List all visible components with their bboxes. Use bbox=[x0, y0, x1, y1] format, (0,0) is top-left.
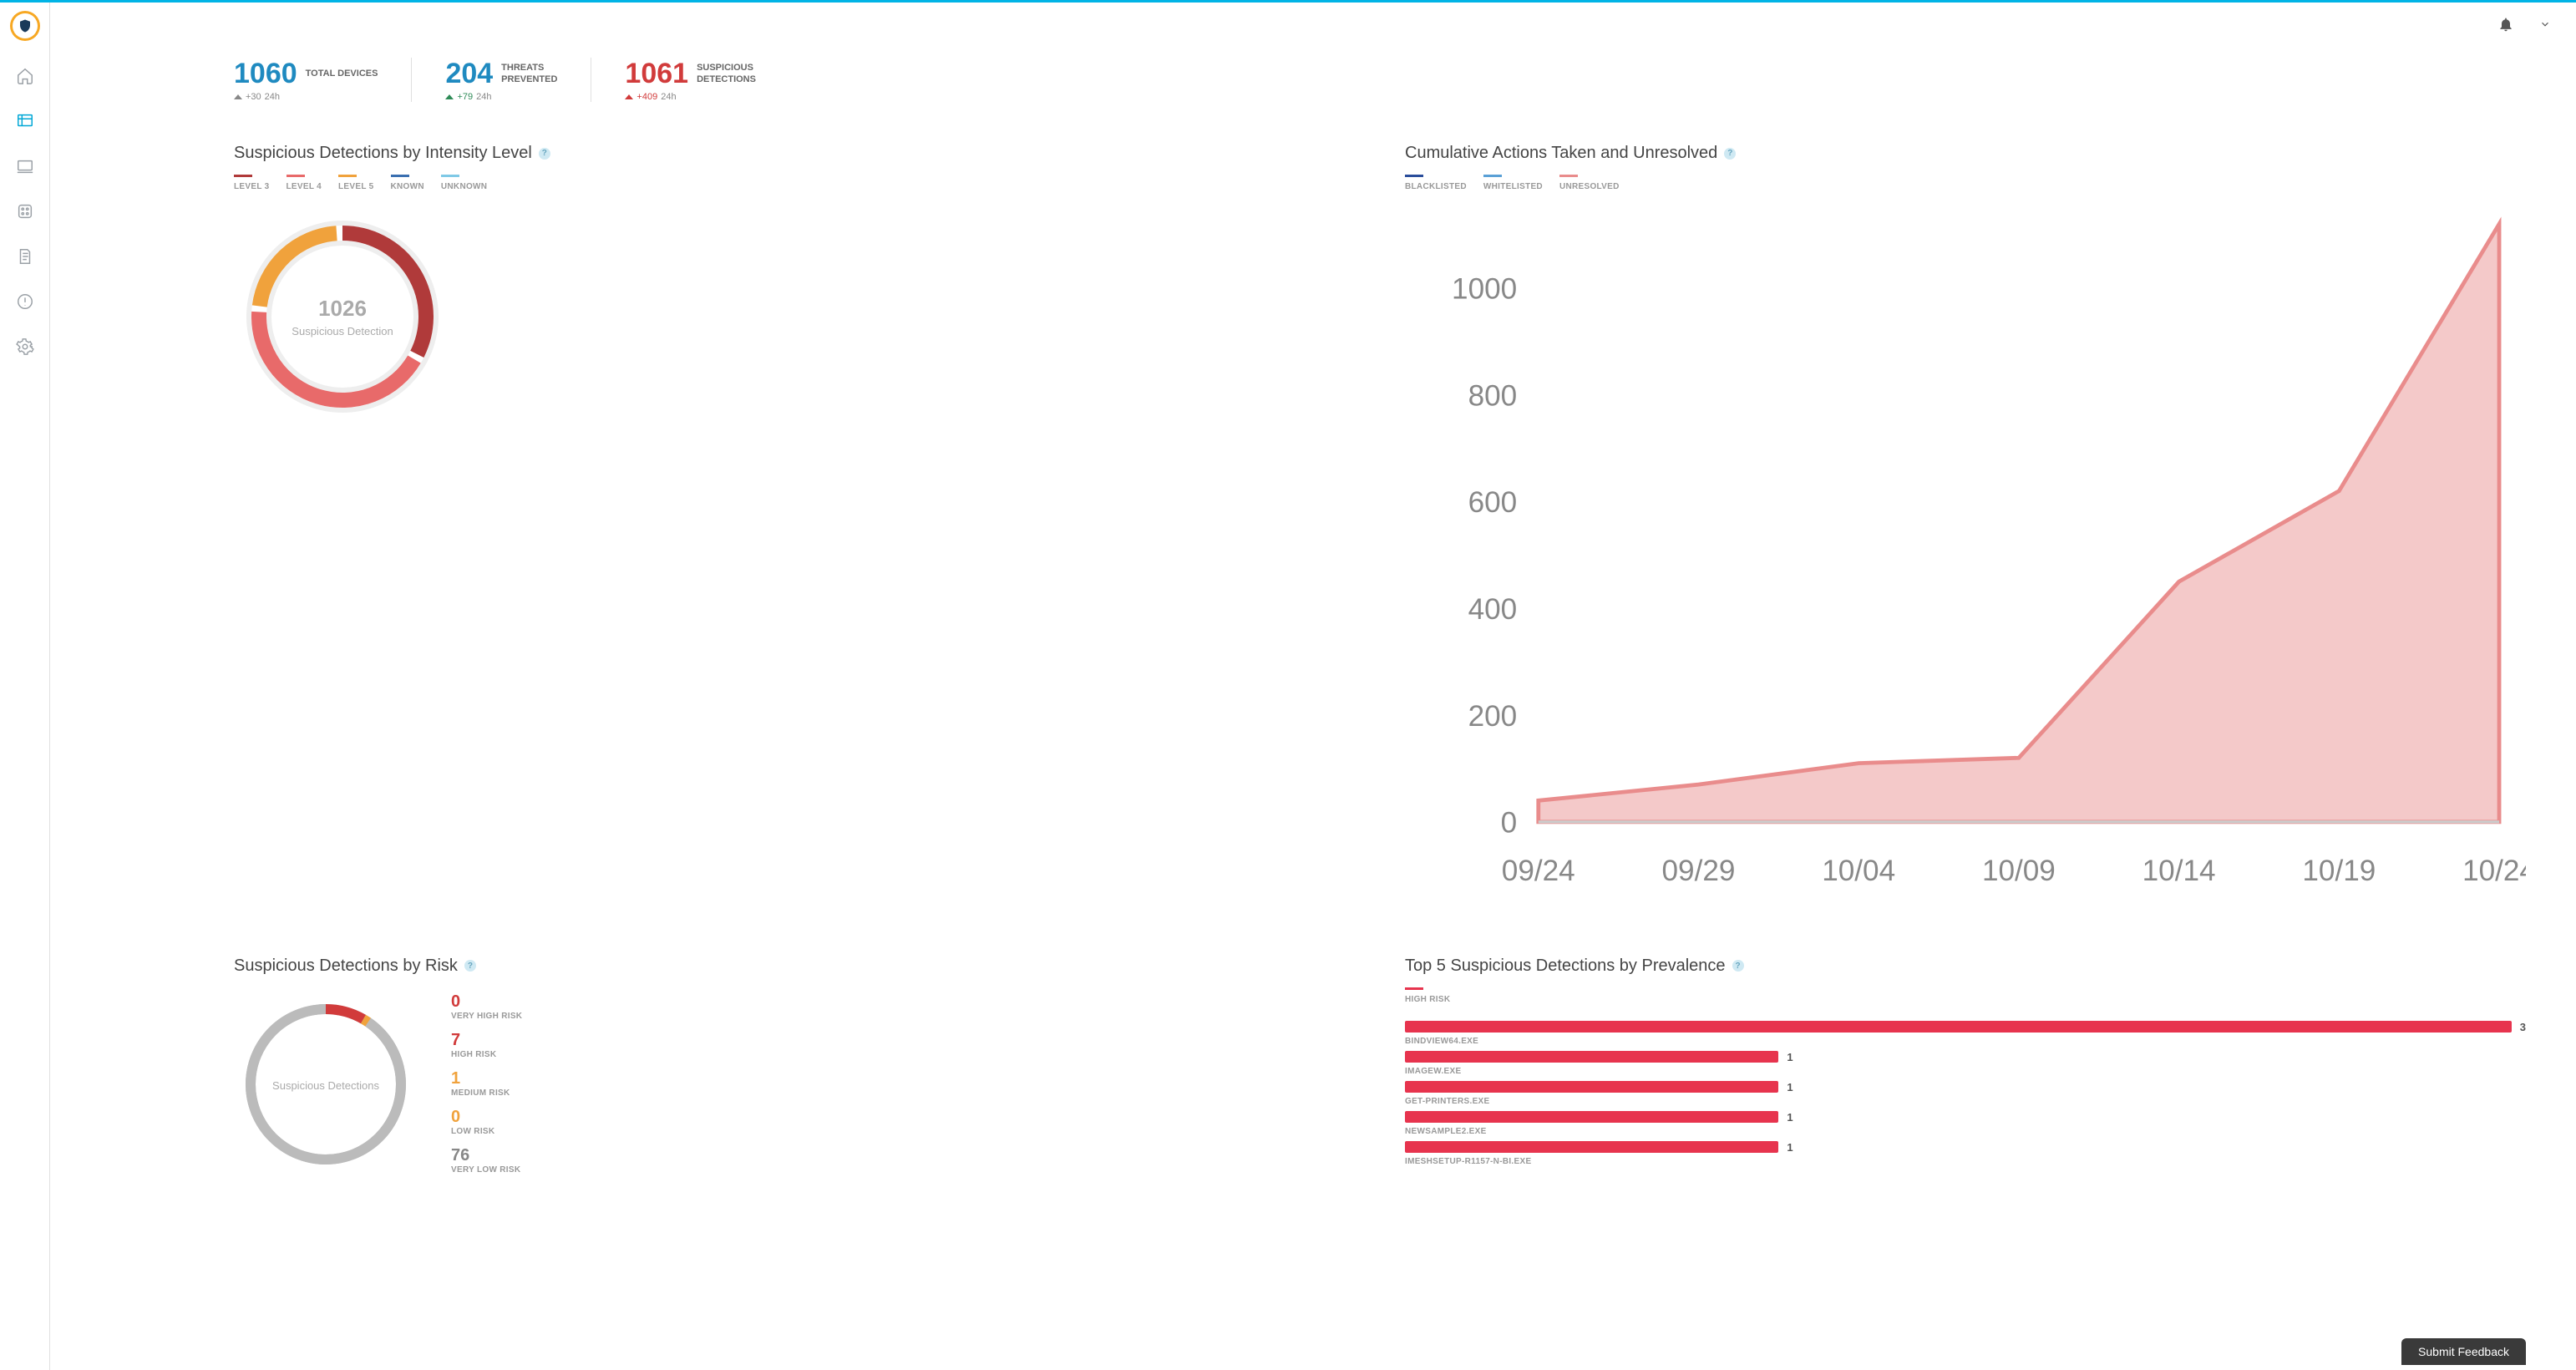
svg-text:200: 200 bbox=[1468, 700, 1518, 733]
top5-bar-row[interactable]: 1NEWSAMPLE2.EXE bbox=[1405, 1111, 2526, 1136]
stat-label: SUSPICIOUSDETECTIONS bbox=[697, 63, 756, 84]
risk-item[interactable]: 0LOW RISK bbox=[451, 1108, 522, 1136]
top5-bar-row[interactable]: 1GET-PRINTERS.EXE bbox=[1405, 1081, 2526, 1106]
topbar bbox=[50, 3, 2576, 49]
charts-grid: Suspicious Detections by Intensity Level… bbox=[234, 144, 2526, 1185]
info-icon[interactable]: ? bbox=[464, 960, 476, 972]
risk-center-label: Suspicious Detections bbox=[272, 1079, 379, 1092]
svg-text:0: 0 bbox=[1501, 807, 1518, 840]
content: 1060 TOTAL DEVICES +30 24h 204 THREATSPR… bbox=[50, 58, 2576, 1251]
risk-item[interactable]: 1MEDIUM RISK bbox=[451, 1069, 522, 1098]
nav-alerts[interactable] bbox=[7, 283, 43, 320]
top5-legend: HIGH RISK bbox=[1405, 987, 1450, 1004]
stat-total-devices[interactable]: 1060 TOTAL DEVICES +30 24h bbox=[234, 58, 412, 102]
stat-threats-prevented[interactable]: 204 THREATSPREVENTED +79 24h bbox=[445, 58, 591, 102]
risk-donut[interactable]: Suspicious Detections bbox=[234, 992, 418, 1176]
legend-item[interactable]: UNKNOWN bbox=[441, 175, 487, 191]
stat-value: 204 bbox=[445, 58, 493, 90]
svg-text:10/19: 10/19 bbox=[2302, 855, 2376, 887]
card-risk: Suspicious Detections by Risk? Suspiciou… bbox=[234, 956, 1355, 1185]
svg-text:400: 400 bbox=[1468, 593, 1518, 626]
nav-logs[interactable] bbox=[7, 238, 43, 275]
legend-item[interactable]: BLACKLISTED bbox=[1405, 175, 1467, 191]
sidebar bbox=[0, 3, 50, 1370]
legend-item[interactable]: LEVEL 4 bbox=[287, 175, 322, 191]
nav-devices[interactable] bbox=[7, 148, 43, 185]
stat-value: 1061 bbox=[625, 58, 688, 90]
legend-item[interactable]: UNRESOLVED bbox=[1559, 175, 1620, 191]
main-area: 1060 TOTAL DEVICES +30 24h 204 THREATSPR… bbox=[50, 3, 2576, 1370]
nav-dashboard[interactable] bbox=[7, 103, 43, 140]
legend-item[interactable]: LEVEL 3 bbox=[234, 175, 270, 191]
top5-bar-row[interactable]: 1IMAGEW.EXE bbox=[1405, 1051, 2526, 1076]
risk-item[interactable]: 0VERY HIGH RISK bbox=[451, 992, 522, 1021]
card-cumulative: Cumulative Actions Taken and Unresolved?… bbox=[1405, 144, 2526, 906]
svg-text:10/09: 10/09 bbox=[1982, 855, 2056, 887]
svg-text:10/14: 10/14 bbox=[2142, 855, 2216, 887]
user-dropdown[interactable] bbox=[2539, 18, 2551, 34]
card-title: Top 5 Suspicious Detections by Prevalenc… bbox=[1405, 956, 2526, 976]
risk-item[interactable]: 7HIGH RISK bbox=[451, 1031, 522, 1059]
brand-logo[interactable] bbox=[10, 11, 40, 41]
svg-text:800: 800 bbox=[1468, 379, 1518, 412]
info-icon[interactable]: ? bbox=[539, 148, 550, 160]
stat-suspicious-detections[interactable]: 1061 SUSPICIOUSDETECTIONS +409 24h bbox=[625, 58, 789, 102]
stats-row: 1060 TOTAL DEVICES +30 24h 204 THREATSPR… bbox=[234, 58, 2526, 102]
stat-value: 1060 bbox=[234, 58, 297, 90]
nav-home[interactable] bbox=[7, 58, 43, 94]
card-top5: Top 5 Suspicious Detections by Prevalenc… bbox=[1405, 956, 2526, 1185]
legend-item[interactable]: KNOWN bbox=[391, 175, 424, 191]
bell-icon[interactable] bbox=[2497, 16, 2514, 37]
info-icon[interactable]: ? bbox=[1724, 148, 1736, 160]
intensity-total: 1026 bbox=[318, 296, 367, 322]
svg-text:09/29: 09/29 bbox=[1662, 855, 1736, 887]
nav-settings[interactable] bbox=[7, 328, 43, 365]
nav-apps[interactable] bbox=[7, 193, 43, 230]
top5-bar-row[interactable]: 1IMESHSETUP-R1157-N-BI.EXE bbox=[1405, 1141, 2526, 1166]
intensity-donut[interactable]: 1026 Suspicious Detection bbox=[234, 208, 451, 425]
stat-label: TOTAL DEVICES bbox=[306, 68, 378, 79]
risk-list: 0VERY HIGH RISK 7HIGH RISK 1MEDIUM RISK 0LO… bbox=[451, 992, 522, 1185]
stat-label: THREATSPREVENTED bbox=[501, 63, 557, 84]
info-icon[interactable]: ? bbox=[1732, 960, 1744, 972]
intensity-legend: LEVEL 3 LEVEL 4 LEVEL 5 KNOWN UNKNOWN bbox=[234, 175, 1355, 191]
card-title: Cumulative Actions Taken and Unresolved? bbox=[1405, 144, 2526, 163]
intensity-label: Suspicious Detection bbox=[292, 325, 393, 337]
risk-item[interactable]: 76VERY LOW RISK bbox=[451, 1146, 522, 1175]
top5-bars: 3BINDVIEW64.EXE 1IMAGEW.EXE 1GET-PRINTERS.… bbox=[1405, 1021, 2526, 1166]
submit-feedback-button[interactable]: Submit Feedback bbox=[2401, 1338, 2526, 1365]
card-title: Suspicious Detections by Risk? bbox=[234, 956, 1355, 976]
top5-bar-row[interactable]: 3BINDVIEW64.EXE bbox=[1405, 1021, 2526, 1046]
legend-item[interactable]: LEVEL 5 bbox=[338, 175, 374, 191]
svg-text:10/04: 10/04 bbox=[1822, 855, 1895, 887]
svg-text:600: 600 bbox=[1468, 486, 1518, 519]
cumulative-legend: BLACKLISTED WHITELISTED UNRESOLVED bbox=[1405, 175, 2526, 191]
cumulative-chart[interactable]: 0 200 400 600 800 1000 09/24 09/29 10/04 10/09 10/… bbox=[1405, 208, 2526, 902]
card-title: Suspicious Detections by Intensity Level… bbox=[234, 144, 1355, 163]
svg-text:09/24: 09/24 bbox=[1502, 855, 1575, 887]
svg-text:10/24: 10/24 bbox=[2462, 855, 2526, 887]
svg-text:1000: 1000 bbox=[1452, 273, 1517, 306]
app-root: 1060 TOTAL DEVICES +30 24h 204 THREATSPR… bbox=[0, 0, 2576, 1370]
legend-item[interactable]: WHITELISTED bbox=[1483, 175, 1543, 191]
card-intensity: Suspicious Detections by Intensity Level… bbox=[234, 144, 1355, 906]
